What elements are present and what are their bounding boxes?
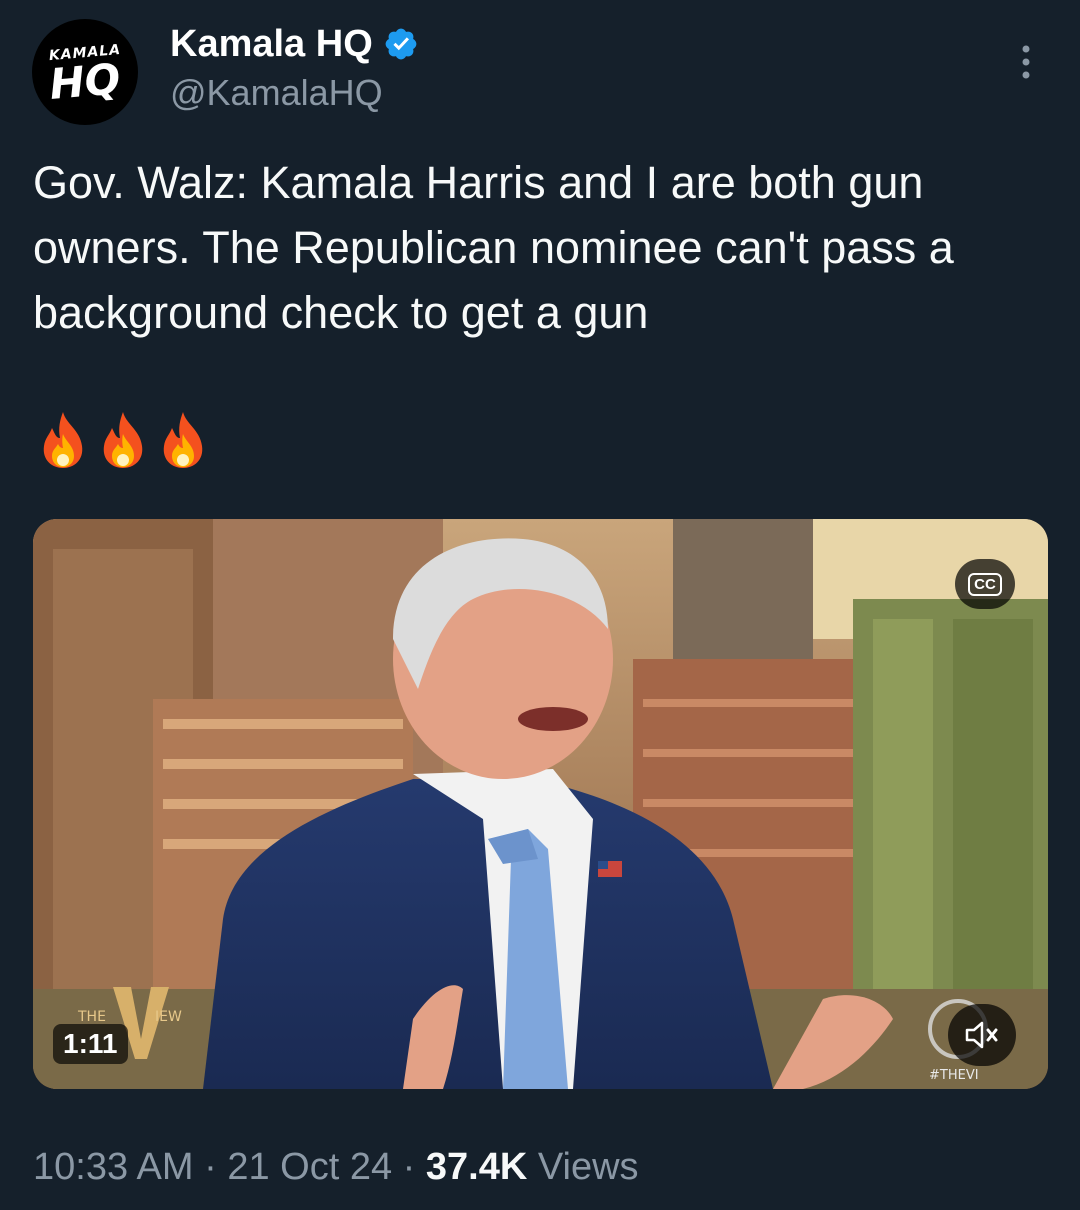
- tweet-text: Gov. Walz: Kamala Harris and I are both …: [33, 157, 954, 338]
- avatar-logo-big: HQ: [47, 54, 123, 109]
- meta-separator: ·: [204, 1146, 217, 1188]
- meta-separator: ·: [402, 1146, 416, 1188]
- muted-speaker-icon: [965, 1021, 998, 1049]
- fire-emoji-icon: [43, 412, 83, 468]
- closed-captions-icon: CC: [968, 572, 1002, 596]
- svg-text:IEW: IEW: [155, 1009, 182, 1025]
- verified-badge-icon: [385, 28, 417, 60]
- fire-emoji-icon: [163, 412, 203, 468]
- tweet-date[interactable]: 21 Oct 24: [227, 1146, 392, 1188]
- video-player[interactable]: THE IEW #THEVI CC 1:11: [33, 519, 1048, 1089]
- views-count: 37.4K: [425, 1146, 528, 1188]
- closed-captions-button[interactable]: CC: [955, 559, 1015, 609]
- views-label: Views: [537, 1146, 639, 1188]
- svg-text:#THEVI: #THEVI: [929, 1068, 979, 1083]
- display-name[interactable]: Kamala HQ: [170, 23, 373, 66]
- author-name-row: Kamala HQ: [170, 20, 419, 68]
- tweet-meta: 10:33 AM · 21 Oct 24 · 37.4K Views: [33, 1146, 639, 1189]
- fire-emoji-icon: [103, 412, 143, 468]
- more-vertical-icon[interactable]: [1012, 44, 1040, 80]
- mute-button[interactable]: [948, 1004, 1016, 1066]
- tweet-time[interactable]: 10:33 AM: [33, 1146, 194, 1188]
- video-duration: 1:11: [53, 1024, 128, 1064]
- svg-text:THE: THE: [77, 1009, 106, 1025]
- author-handle[interactable]: @KamalaHQ: [170, 72, 383, 114]
- emoji-row: [36, 410, 210, 470]
- video-frame: THE IEW #THEVI: [33, 519, 1048, 1089]
- avatar[interactable]: KAMALA HQ: [32, 19, 138, 125]
